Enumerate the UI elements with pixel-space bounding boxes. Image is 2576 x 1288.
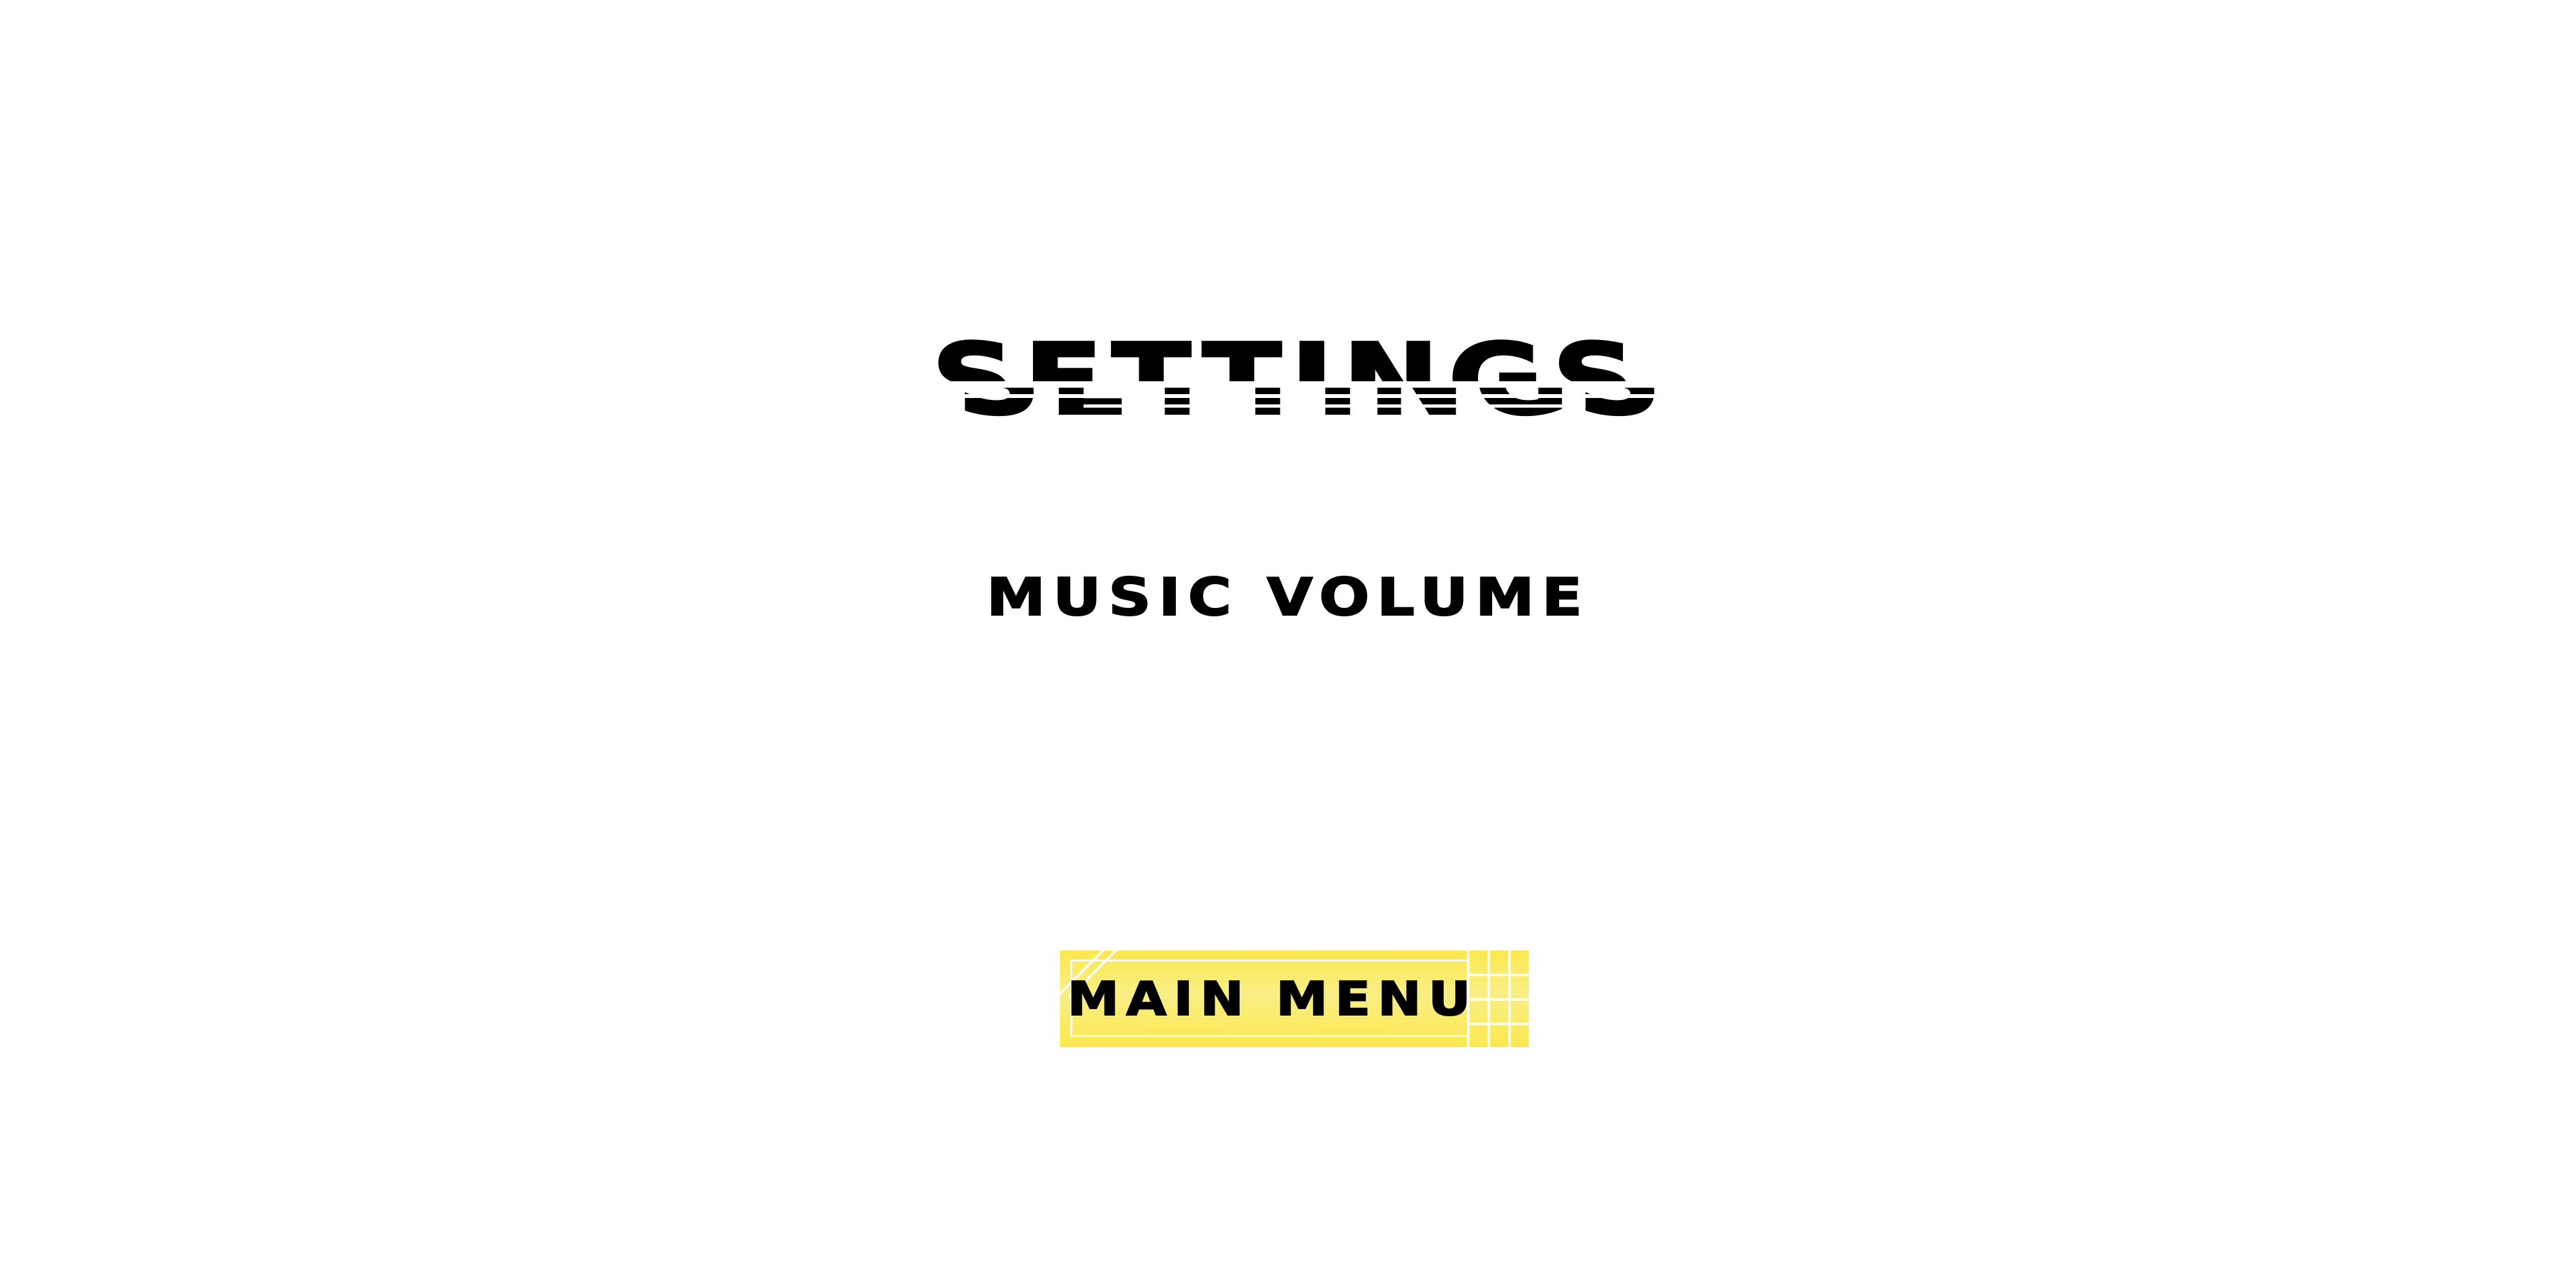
music-volume-label-container: MUSIC VOLUME	[0, 567, 2576, 629]
main-menu-button[interactable]: MAIN MENU	[1060, 951, 1529, 1047]
settings-title-container: SETTINGS SETTINGS	[0, 335, 2576, 425]
title-glitch-line	[909, 381, 1667, 388]
title-glitch-line	[909, 394, 1667, 398]
music-volume-label: MUSIC VOLUME	[986, 567, 1590, 628]
settings-title: SETTINGS SETTINGS	[909, 335, 1667, 425]
title-glitch-line	[1083, 404, 1584, 408]
music-volume-slider[interactable]	[1069, 683, 1520, 741]
main-menu-button-label: MAIN MENU	[1066, 971, 1478, 1027]
